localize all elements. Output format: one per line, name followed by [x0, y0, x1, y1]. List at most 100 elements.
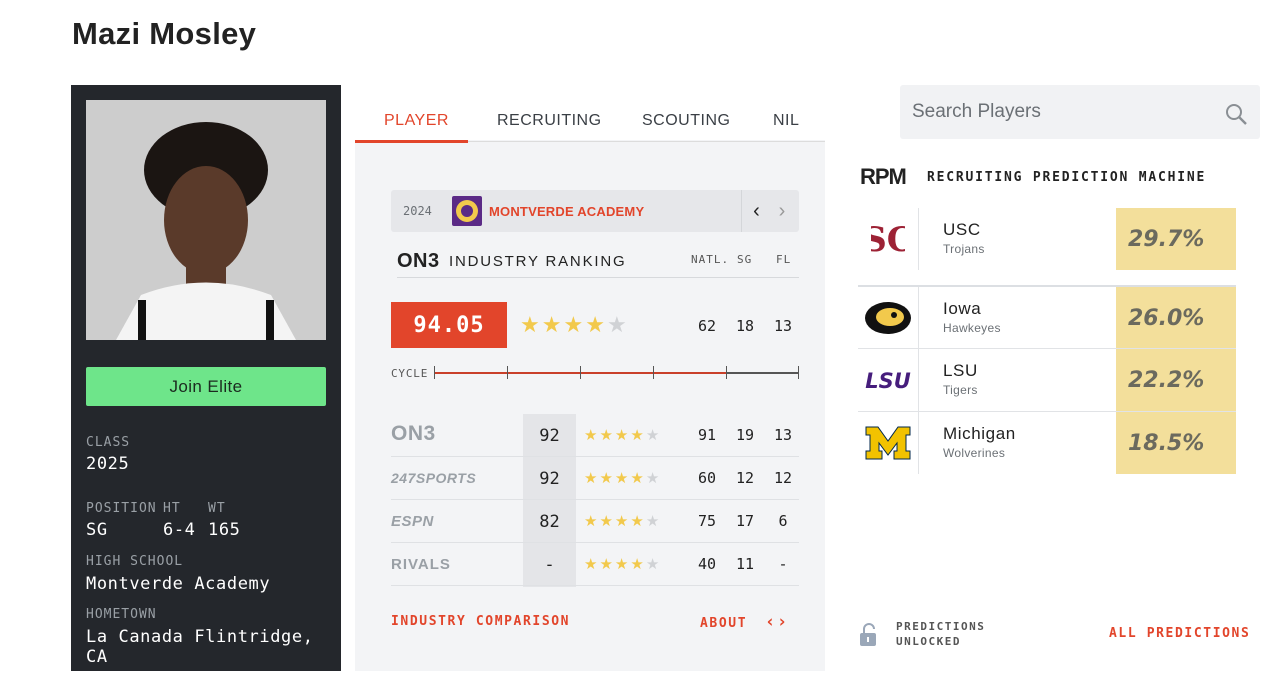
- industry-comparison-link[interactable]: INDUSTRY COMPARISON: [391, 614, 570, 629]
- prediction-row[interactable]: Iowa Hawkeyes 26.0%: [858, 285, 1236, 349]
- hometown-label: HOMETOWN: [86, 607, 157, 622]
- rpm-title: RECRUITING PREDICTION MACHINE: [927, 170, 1207, 185]
- montverde-logo: [452, 196, 482, 226]
- col-natl: NATL.: [691, 253, 730, 266]
- predictions-unlocked-line2: UNLOCKED: [896, 635, 961, 648]
- star-filled-icon: ★: [630, 556, 644, 573]
- player-card: Join Elite CLASS 2025 POSITION SG HT 6-4…: [71, 85, 341, 671]
- school-name[interactable]: MONTVERDE ACADEMY: [489, 204, 644, 219]
- service-rank-pos: 12: [735, 469, 755, 487]
- star-filled-icon: ★: [584, 556, 598, 573]
- height-value: 6-4: [163, 520, 196, 540]
- service-row: ESPN 82 ★ ★ ★ ★ ★ 75 17 6: [391, 500, 799, 543]
- active-tab-indicator: [355, 140, 468, 143]
- prediction-team: Michigan: [943, 424, 1016, 443]
- star-filled-icon: ★: [599, 470, 613, 487]
- michigan-logo: [858, 412, 919, 474]
- star-filled-icon: ★: [541, 312, 562, 337]
- school-bar: 2024 MONTVERDE ACADEMY ‹ ›: [391, 190, 799, 232]
- service-rank-pos: 19: [735, 426, 755, 444]
- industry-state-rank: 13: [773, 317, 793, 335]
- lsu-logo: LSU: [858, 349, 919, 411]
- industry-score: 94.05: [391, 302, 507, 348]
- high-school-label: HIGH SCHOOL: [86, 554, 184, 569]
- service-logo: 247SPORTS: [391, 470, 477, 486]
- service-rank-state: 13: [773, 426, 793, 444]
- weight-value: 165: [208, 520, 241, 540]
- industry-natl-rank: 62: [697, 317, 717, 335]
- chevron-right-icon[interactable]: ›: [771, 190, 793, 232]
- star-filled-icon: ★: [585, 312, 605, 337]
- star-empty-icon: ★: [645, 470, 660, 487]
- service-rank-natl: 60: [697, 469, 717, 487]
- chevron-left-icon[interactable]: ‹: [741, 190, 763, 232]
- star-filled-icon: ★: [599, 427, 613, 444]
- industry-position-rank: 18: [735, 317, 755, 335]
- rpm-logo: RPM: [860, 164, 907, 189]
- prediction-row[interactable]: Michigan Wolverines 18.5%: [858, 411, 1236, 474]
- prediction-mascot: Trojans: [943, 242, 985, 256]
- search-icon[interactable]: [1224, 102, 1248, 126]
- service-stars: ★ ★ ★ ★ ★: [584, 426, 659, 444]
- star-filled-icon: ★: [614, 470, 629, 487]
- class-label: CLASS: [86, 435, 131, 450]
- tab-nil[interactable]: NIL: [773, 112, 799, 130]
- prediction-team: Iowa: [943, 299, 982, 318]
- tab-scouting[interactable]: SCOUTING: [642, 112, 730, 130]
- service-stars: ★ ★ ★ ★ ★: [584, 555, 659, 573]
- star-filled-icon: ★: [599, 556, 613, 573]
- service-row: RIVALS - ★ ★ ★ ★ ★ 40 11-: [391, 543, 799, 586]
- prediction-percent: 18.5%: [1116, 412, 1236, 474]
- industry-ranking-header: ON3 INDUSTRY RANKING NATL. SG FL: [397, 250, 799, 278]
- search-input[interactable]: [912, 99, 1212, 125]
- on3-logo: ON3: [397, 250, 440, 272]
- tab-player[interactable]: PLAYER: [384, 112, 449, 130]
- predictions-unlocked-line1: PREDICTIONS: [896, 620, 986, 633]
- star-filled-icon: ★: [614, 556, 629, 573]
- service-row: 247SPORTS 92 ★ ★ ★ ★ ★ 60 12 12: [391, 457, 799, 500]
- star-filled-icon: ★: [630, 427, 644, 444]
- position-label: POSITION: [86, 501, 157, 516]
- service-rank-pos: 17: [735, 512, 755, 530]
- service-row: ON3 92 ★ ★ ★ ★ ★ 91 19 13: [391, 414, 799, 457]
- star-filled-icon: ★: [520, 312, 540, 337]
- col-state: FL: [776, 253, 792, 266]
- star-filled-icon: ★: [614, 513, 629, 530]
- service-score: 82: [539, 512, 560, 532]
- tab-recruiting[interactable]: RECRUITING: [497, 112, 602, 130]
- prediction-team: USC: [943, 220, 981, 239]
- cycle-tick: [434, 366, 435, 379]
- all-predictions-link[interactable]: ALL PREDICTIONS: [1109, 626, 1250, 641]
- about-link[interactable]: ABOUT: [700, 616, 747, 631]
- service-logo: RIVALS: [391, 556, 451, 573]
- service-score: -: [544, 555, 555, 575]
- industry-ranking-title: INDUSTRY RANKING: [449, 253, 627, 270]
- high-school-value: Montverde Academy: [86, 574, 271, 594]
- cycle-label: CYCLE: [391, 367, 429, 380]
- service-rank-natl: 75: [697, 512, 717, 530]
- hometown-value: La Canada Flintridge, CA: [86, 627, 314, 667]
- unlock-icon: [860, 623, 876, 646]
- prediction-row[interactable]: SC USC Trojans 29.7%: [858, 208, 1236, 270]
- star-empty-icon: ★: [606, 312, 627, 337]
- school-year: 2024: [403, 204, 432, 218]
- prediction-mascot: Tigers: [943, 383, 978, 397]
- code-brackets-icon[interactable]: ‹›: [765, 612, 789, 632]
- star-filled-icon: ★: [584, 513, 598, 530]
- cycle-remaining: [726, 372, 799, 374]
- weight-label: WT: [208, 501, 226, 516]
- prediction-team: LSU: [943, 361, 978, 380]
- player-photo: [86, 100, 326, 340]
- service-score: 92: [539, 426, 560, 446]
- join-elite-button[interactable]: Join Elite: [86, 367, 326, 406]
- prediction-row[interactable]: LSU LSU Tigers 22.2%: [858, 348, 1236, 411]
- star-empty-icon: ★: [645, 427, 660, 444]
- service-rank-state: -: [778, 555, 788, 573]
- page-title: Mazi Mosley: [72, 16, 257, 51]
- cycle-tick: [726, 366, 727, 379]
- cycle-tick: [507, 366, 508, 379]
- service-logo: ON3: [391, 422, 436, 445]
- usc-logo: SC: [858, 208, 919, 270]
- star-filled-icon: ★: [614, 427, 629, 444]
- prediction-mascot: Hawkeyes: [943, 321, 1001, 335]
